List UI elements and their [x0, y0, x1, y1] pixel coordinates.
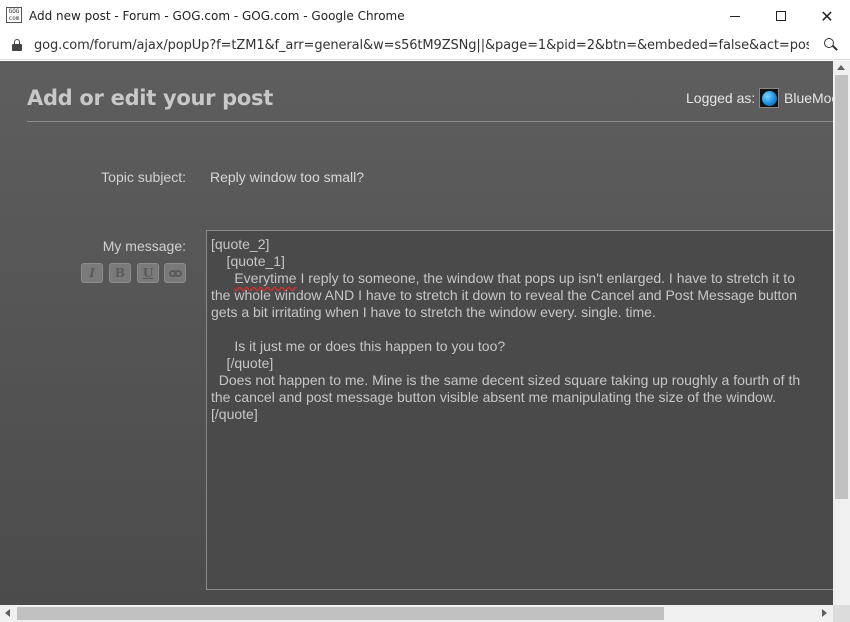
zoom-icon[interactable] [824, 38, 838, 52]
subject-label: Topic subject: [101, 169, 186, 185]
message-textarea[interactable]: [quote_2] [quote_1] Everytime I reply to… [206, 230, 833, 590]
close-button[interactable]: ✕ [804, 0, 850, 32]
scroll-right-icon[interactable] [822, 609, 827, 617]
vertical-scrollbar[interactable] [833, 61, 850, 605]
misspelled-word[interactable]: Everytime [234, 270, 296, 286]
horizontal-scroll-thumb[interactable] [17, 607, 664, 620]
minimize-button[interactable] [712, 0, 758, 32]
username-link[interactable]: BlueMoo [784, 90, 833, 106]
message-line: [quote_1] [211, 253, 285, 269]
minimize-icon [730, 15, 740, 17]
subject-value: Reply window too small? [210, 169, 365, 185]
url-text[interactable]: gog.com/forum/ajax/popUp?f=tZM1&f_arr=ge… [34, 38, 809, 53]
close-icon: ✕ [820, 6, 834, 26]
message-line: Is it just me or does this happen to you… [211, 338, 506, 354]
underline-button[interactable]: U [137, 263, 159, 283]
maximize-icon [776, 11, 786, 21]
avatar[interactable] [759, 88, 779, 108]
logged-as-label: Logged as: [686, 90, 756, 106]
link-button[interactable] [164, 263, 186, 283]
window-title-bar: GOG com Add new post - Forum - GOG.com -… [0, 0, 850, 32]
globe-avatar-icon [762, 91, 777, 106]
scrollbar-corner [833, 605, 850, 622]
message-line: Does not happen to me. Mine is the same … [211, 372, 801, 388]
horizontal-scrollbar[interactable] [0, 605, 850, 622]
scroll-up-icon[interactable] [837, 65, 845, 70]
scroll-left-icon[interactable] [5, 609, 10, 617]
message-line: the whole window AND I have to stretch i… [211, 287, 797, 303]
vertical-scroll-thumb[interactable] [835, 75, 848, 499]
message-line: the cancel and post message button visib… [211, 389, 777, 405]
message-line: gets a bit irritating when I have to str… [211, 304, 656, 320]
lock-icon[interactable] [12, 39, 22, 51]
link-icon [169, 270, 182, 277]
italic-button[interactable]: I [81, 263, 103, 283]
message-line: [quote_2] [211, 236, 270, 252]
post-editor-page: Add or edit your post Logged as: BlueMoo… [0, 61, 833, 605]
maximize-button[interactable] [758, 0, 804, 32]
message-line: Everytime I reply to someone, the window… [234, 270, 795, 286]
bold-button[interactable]: B [109, 263, 131, 283]
header-divider [27, 121, 833, 122]
window-title: Add new post - Forum - GOG.com - GOG.com… [29, 9, 405, 23]
address-bar[interactable]: gog.com/forum/ajax/popUp?f=tZM1&f_arr=ge… [0, 32, 850, 60]
message-line: [/quote] [211, 406, 258, 422]
gog-favicon-icon: GOG com [6, 7, 22, 23]
message-line: [/quote] [211, 355, 274, 371]
message-label: My message: [102, 238, 186, 254]
page-title: Add or edit your post [27, 86, 273, 110]
